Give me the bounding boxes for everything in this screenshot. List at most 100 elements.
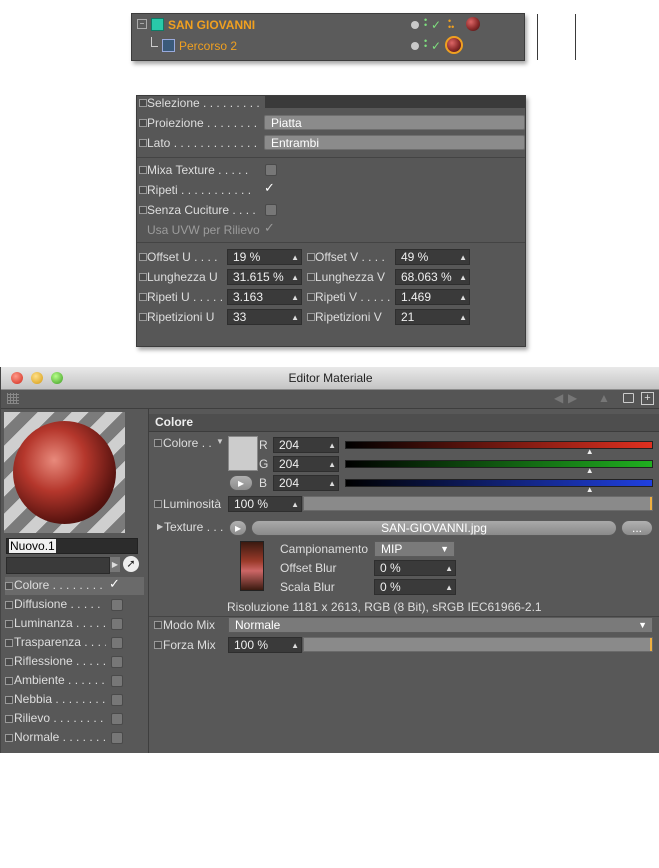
lunghezza-u-field[interactable]: 31.615 % ▲ [227,269,302,285]
color-swatch[interactable] [228,436,258,471]
material-name-field[interactable]: Nuovo.1 [6,538,138,554]
material-tag-icon[interactable] [466,17,480,31]
animation-toggle-icon[interactable] [5,734,13,742]
stepper-icon[interactable]: ▲ [459,270,467,285]
animation-toggle-icon[interactable] [5,620,13,628]
g-slider[interactable] [345,460,653,468]
channel-ambiente[interactable]: Ambiente . . . . . . . [5,672,144,690]
ripetizioni-u-field[interactable]: 33 ▲ [227,309,302,325]
nav-back-icon[interactable]: ◀ [554,391,563,405]
object-name[interactable]: Percorso 2 [179,39,237,53]
enabled-check-icon[interactable]: ✓ [431,18,441,32]
animation-toggle-icon[interactable] [139,166,147,174]
lunghezza-v-field[interactable]: 68.063 % ▲ [395,269,470,285]
stepper-icon[interactable]: ▲ [291,250,299,265]
senza-cuciture-checkbox[interactable] [265,204,277,216]
animation-toggle-icon[interactable] [5,715,13,723]
animation-toggle-icon[interactable] [5,658,13,666]
mixa-texture-checkbox[interactable] [265,164,277,176]
stepper-icon[interactable]: ▲ [459,250,467,265]
b-slider[interactable] [345,479,653,487]
stepper-icon[interactable]: ▲ [291,497,299,512]
visibility-dot-icon[interactable] [411,21,419,29]
forza-mix-field[interactable]: 100 % ▲ [228,637,302,653]
title-bar[interactable]: Editor Materiale [1,367,659,390]
b-field[interactable]: 204 ▲ [273,475,339,491]
animation-toggle-icon[interactable] [5,696,13,704]
search-field[interactable] [6,557,110,574]
luminosita-slider[interactable] [303,496,653,511]
ripeti-checkbox[interactable]: ✓ [264,180,275,196]
stepper-icon[interactable]: ▲ [459,290,467,305]
ripeti-v-field[interactable]: 1.469 ▲ [395,289,470,305]
stepper-icon[interactable]: ▲ [445,580,453,595]
object-row-san-giovanni[interactable]: − SAN GIOVANNI • • ✓ • •• [132,16,524,36]
lato-dropdown[interactable]: Entrambi [264,135,525,150]
animation-toggle-icon[interactable] [307,293,315,301]
channel-enabled-checkbox[interactable] [111,675,123,687]
material-preview[interactable] [4,412,125,533]
stepper-icon[interactable]: ▲ [291,290,299,305]
channel-rilievo[interactable]: Rilievo . . . . . . . . . [5,710,144,728]
channel-enabled-checkbox[interactable] [111,618,123,630]
stepper-icon[interactable]: ▲ [459,310,467,325]
texture-file-button[interactable]: SAN-GIOVANNI.jpg [251,520,617,536]
animation-toggle-icon[interactable] [5,582,13,590]
animation-toggle-icon[interactable] [139,253,147,261]
texture-thumbnail[interactable] [240,541,264,591]
expand-arrow-icon[interactable]: ▶ [157,522,163,531]
selezione-field[interactable] [265,96,525,108]
offset-u-field[interactable]: 19 % ▲ [227,249,302,265]
stepper-icon[interactable]: ▲ [328,457,336,472]
animation-toggle-icon[interactable] [139,293,147,301]
stepper-icon[interactable]: ▲ [328,438,336,453]
channel-enabled-checkbox[interactable]: ✓ [109,576,120,592]
expand-arrow-icon[interactable]: ▼ [216,437,224,446]
animation-toggle-icon[interactable] [139,139,147,147]
animation-toggle-icon[interactable] [154,621,162,629]
campionamento-dropdown[interactable]: MIP ▼ [374,541,455,557]
usa-uvw-checkbox[interactable]: ✓ [264,220,275,236]
animation-toggle-icon[interactable] [307,253,315,261]
animation-toggle-icon[interactable] [139,313,147,321]
ripetizioni-v-field[interactable]: 21 ▲ [395,309,470,325]
animation-toggle-icon[interactable] [154,641,162,649]
texture-menu-button[interactable]: ▸ [229,520,247,536]
animation-toggle-icon[interactable] [139,99,147,107]
animation-toggle-icon[interactable] [139,273,147,281]
animation-toggle-icon[interactable] [154,439,162,447]
offset-v-field[interactable]: 49 % ▲ [395,249,470,265]
object-row-percorso-2[interactable]: Percorso 2 • • ✓ [132,36,524,57]
collapse-icon[interactable]: − [137,19,147,29]
material-tag-selected-icon[interactable] [445,36,463,54]
visibility-dot-icon[interactable] [411,42,419,50]
proiezione-dropdown[interactable]: Piatta [264,115,525,130]
r-slider-knob[interactable]: ▲ [586,447,594,456]
channel-enabled-checkbox[interactable] [111,637,123,649]
animation-toggle-icon[interactable] [139,206,147,214]
b-slider-knob[interactable]: ▲ [586,485,594,494]
channel-enabled-checkbox[interactable] [111,713,123,725]
new-window-icon[interactable]: + [641,392,654,405]
stepper-icon[interactable]: ▲ [445,561,453,576]
g-slider-knob[interactable]: ▲ [586,466,594,475]
animation-toggle-icon[interactable] [5,601,13,609]
channel-trasparenza[interactable]: Trasparenza . . . . [5,634,144,652]
enabled-check-icon[interactable]: ✓ [431,39,441,53]
nav-forward-icon[interactable]: ▶ [568,391,577,405]
channel-colore[interactable]: Colore . . . . . . . . ✓ [5,576,144,595]
channel-nebbia[interactable]: Nebbia . . . . . . . . . [5,691,144,709]
animation-toggle-icon[interactable] [5,639,13,647]
channel-enabled-checkbox[interactable] [111,694,123,706]
animation-toggle-icon[interactable] [5,677,13,685]
channel-diffusione[interactable]: Diffusione . . . . . [5,596,144,614]
animation-toggle-icon[interactable] [154,500,162,508]
layer-dots-icon[interactable]: • • [424,16,427,30]
texture-browse-button[interactable]: ... [621,520,653,536]
channel-luminanza[interactable]: Luminanza . . . . . [5,615,144,633]
stepper-icon[interactable]: ▲ [291,270,299,285]
channel-enabled-checkbox[interactable] [111,732,123,744]
luminosita-field[interactable]: 100 % ▲ [228,496,302,512]
r-slider[interactable] [345,441,653,449]
animation-toggle-icon[interactable] [139,119,147,127]
